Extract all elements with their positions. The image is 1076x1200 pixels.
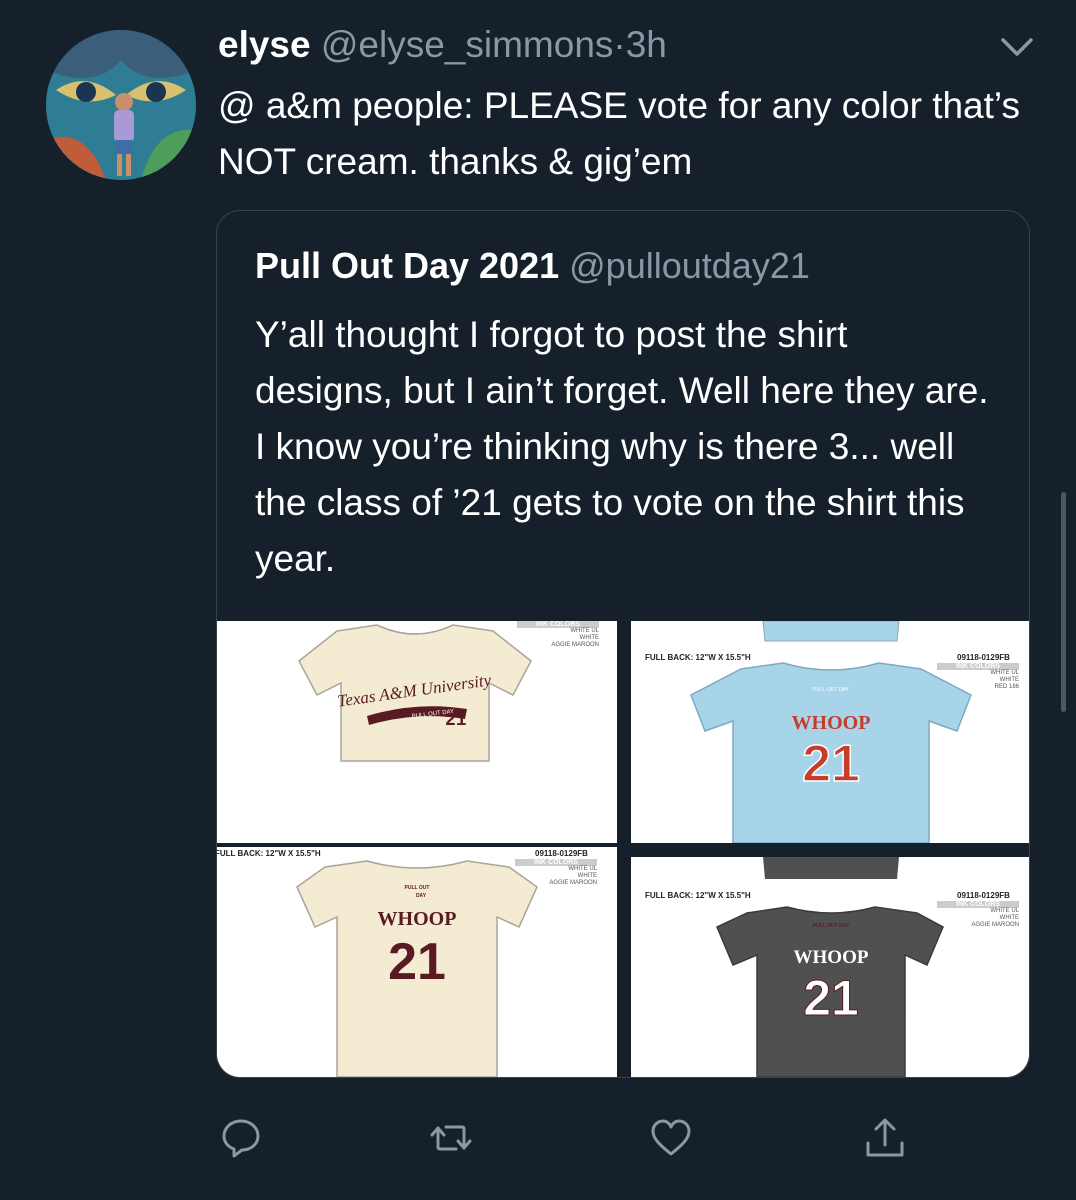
quoted-tweet[interactable]: Pull Out Day 2021 @pulloutday21 Y’all th… bbox=[216, 210, 1030, 1078]
tweet-text: @ a&m people: PLEASE vote for any color … bbox=[218, 85, 1020, 182]
back-word-text: WHOOP bbox=[794, 947, 869, 968]
shirt-back-image: PULL OUT DAY WHOOP 21 bbox=[716, 857, 944, 1077]
back-word-text: WHOOP bbox=[378, 908, 457, 930]
quoted-author-name: Pull Out Day 2021 bbox=[255, 245, 560, 286]
shirt-back-image: PULL OUT DAY WHOOP 21 bbox=[296, 860, 538, 1077]
profile-photo bbox=[46, 30, 196, 180]
author-handle[interactable]: @elyse_simmons bbox=[321, 24, 614, 65]
back-number-text: 21 bbox=[803, 970, 859, 1026]
media-grid: INK COLORS WHITE UL WHITE AGGIE MAROON T… bbox=[217, 621, 1029, 1077]
author-name[interactable]: elyse bbox=[218, 24, 311, 65]
small-logo-text: DAY bbox=[416, 893, 427, 899]
quoted-header: Pull Out Day 2021 @pulloutday21 bbox=[255, 245, 810, 287]
media-image-grey-back[interactable]: FULL BACK: 12"W X 15.5"H 09118-0129FB IN… bbox=[631, 857, 1029, 1077]
media-image-blue-back[interactable]: FULL BACK: 12"W X 15.5"H 09118-0129FB IN… bbox=[631, 621, 1029, 843]
reply-icon[interactable] bbox=[218, 1115, 264, 1161]
media-image-cream-front[interactable]: INK COLORS WHITE UL WHITE AGGIE MAROON T… bbox=[217, 621, 617, 843]
quoted-author-handle: @pulloutday21 bbox=[569, 245, 810, 286]
back-number-text: 21 bbox=[802, 735, 860, 793]
tweet-header: elyse @elyse_simmons·3h bbox=[218, 24, 667, 66]
quoted-text: Y’all thought I forgot to post the shirt… bbox=[255, 314, 989, 579]
chevron-down-icon[interactable] bbox=[1000, 34, 1034, 60]
svg-text:PULL OUT DAY: PULL OUT DAY bbox=[813, 687, 849, 693]
front-number-text: 21 bbox=[445, 711, 467, 731]
separator-dot: · bbox=[613, 24, 626, 65]
back-word-text: WHOOP bbox=[792, 712, 871, 734]
tweet-time[interactable]: 3h bbox=[626, 24, 667, 65]
media-image-cream-back[interactable]: FULL BACK: 12"W X 15.5"H 09118-0129FB IN… bbox=[217, 847, 617, 1077]
retweet-icon[interactable] bbox=[428, 1115, 474, 1161]
shirt-front-image: Texas A&M University PULL OUT DAY 21 bbox=[298, 624, 532, 762]
avatar[interactable] bbox=[46, 30, 196, 180]
share-icon[interactable] bbox=[862, 1115, 908, 1161]
shirt-back-image: PULL OUT DAY WHOOP 21 bbox=[690, 621, 972, 843]
svg-text:PULL OUT DAY: PULL OUT DAY bbox=[813, 923, 850, 929]
scrollbar[interactable] bbox=[1061, 492, 1066, 712]
action-bar bbox=[0, 1115, 1076, 1163]
small-logo-text: PULL OUT bbox=[405, 885, 430, 891]
like-icon[interactable] bbox=[648, 1115, 694, 1161]
back-number-text: 21 bbox=[388, 933, 446, 991]
